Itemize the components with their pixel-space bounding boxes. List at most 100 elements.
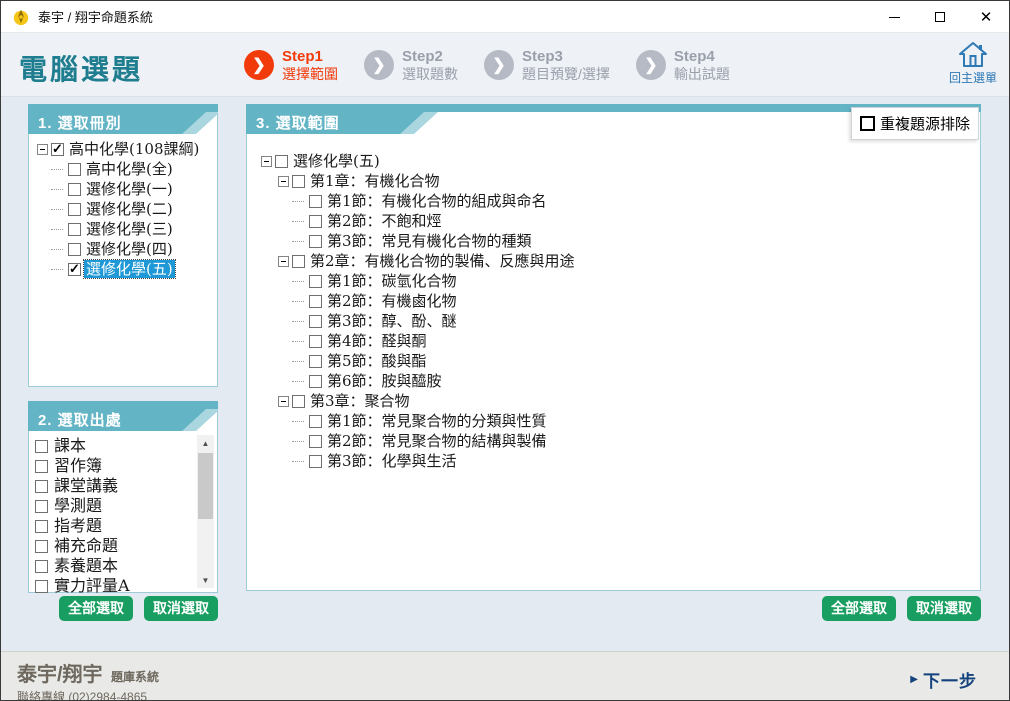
tree-item-label[interactable]: 第1節：碳氫化合物: [325, 272, 459, 290]
source-label[interactable]: 補充命題: [52, 537, 120, 555]
tree-expander-icon[interactable]: [295, 196, 306, 207]
source-checkbox[interactable]: [35, 460, 48, 473]
tree-item-label[interactable]: 第1節：常見聚合物的分類與性質: [325, 412, 549, 430]
source-deselect-button[interactable]: 取消選取: [144, 596, 218, 621]
scroll-up-icon[interactable]: ▲: [197, 435, 214, 451]
source-checkbox[interactable]: [35, 540, 48, 553]
tree-row[interactable]: 第2節：有機鹵化物: [259, 291, 974, 311]
tree-expander-icon[interactable]: [54, 244, 65, 255]
tree-expander-icon[interactable]: [278, 396, 289, 407]
tree-row[interactable]: 第6節：胺與醯胺: [259, 371, 974, 391]
tree-checkbox[interactable]: [309, 215, 322, 228]
step-item[interactable]: ❯ Step1 選擇範圍: [244, 48, 338, 83]
tree-checkbox[interactable]: [309, 415, 322, 428]
home-button[interactable]: 回主選單: [945, 41, 1001, 93]
source-item[interactable]: 指考題: [35, 516, 193, 536]
tree-row[interactable]: 第1章：有機化合物: [259, 171, 974, 191]
tree-expander-icon[interactable]: [295, 216, 306, 227]
tree-expander-icon[interactable]: [295, 436, 306, 447]
tree-checkbox[interactable]: [309, 295, 322, 308]
range-select-all-button[interactable]: 全部選取: [822, 596, 896, 621]
source-checkbox[interactable]: [35, 560, 48, 573]
tree-expander-icon[interactable]: [295, 336, 306, 347]
source-label[interactable]: 學測題: [52, 497, 104, 515]
tree-item-label[interactable]: 第3章：聚合物: [308, 392, 412, 410]
dedupe-checkbox[interactable]: [860, 116, 875, 131]
tree-checkbox[interactable]: [309, 355, 322, 368]
tree-item-label[interactable]: 第2節：常見聚合物的結構與製備: [325, 432, 549, 450]
source-label[interactable]: 習作簿: [52, 457, 104, 475]
source-scrollbar[interactable]: ▲ ▼: [197, 435, 214, 588]
tree-row[interactable]: 第1節：有機化合物的組成與命名: [259, 191, 974, 211]
source-checkbox[interactable]: [35, 580, 48, 593]
step-item[interactable]: ❯ Step2 選取題數: [364, 48, 458, 83]
source-label[interactable]: 素養題本: [52, 557, 120, 575]
tree-item-label[interactable]: 第1章：有機化合物: [308, 172, 442, 190]
dedupe-option[interactable]: 重複題源排除: [851, 107, 979, 140]
tree-item-label[interactable]: 第1節：有機化合物的組成與命名: [325, 192, 549, 210]
tree-row[interactable]: 第2章：有機化合物的製備、反應與用途: [259, 251, 974, 271]
range-deselect-button[interactable]: 取消選取: [907, 596, 981, 621]
tree-checkbox[interactable]: [51, 143, 64, 156]
tree-checkbox[interactable]: [292, 395, 305, 408]
tree-checkbox[interactable]: [309, 275, 322, 288]
tree-item-label[interactable]: 選修化學(五): [291, 152, 382, 170]
tree-row[interactable]: 選修化學(二): [35, 199, 211, 219]
tree-checkbox[interactable]: [309, 315, 322, 328]
tree-expander-icon[interactable]: [295, 356, 306, 367]
source-label[interactable]: 實力評量A: [52, 577, 132, 595]
tree-item-label[interactable]: 選修化學(二): [84, 200, 175, 218]
tree-item-label[interactable]: 選修化學(五): [84, 260, 175, 278]
tree-row[interactable]: 選修化學(五): [35, 259, 211, 279]
tree-row[interactable]: 第4節：醛與酮: [259, 331, 974, 351]
tree-item-label[interactable]: 第2節：有機鹵化物: [325, 292, 459, 310]
tree-checkbox[interactable]: [68, 223, 81, 236]
tree-checkbox[interactable]: [309, 375, 322, 388]
tree-checkbox[interactable]: [309, 235, 322, 248]
tree-item-label[interactable]: 第4節：醛與酮: [325, 332, 429, 350]
tree-expander-icon[interactable]: [54, 264, 65, 275]
source-checkbox[interactable]: [35, 480, 48, 493]
tree-expander-icon[interactable]: [295, 276, 306, 287]
source-label[interactable]: 指考題: [52, 517, 104, 535]
tree-checkbox[interactable]: [309, 335, 322, 348]
tree-expander-icon[interactable]: [295, 456, 306, 467]
scrollbar-thumb[interactable]: [198, 453, 213, 519]
tree-expander-icon[interactable]: [54, 164, 65, 175]
tree-expander-icon[interactable]: [54, 224, 65, 235]
tree-item-label[interactable]: 第3節：化學與生活: [325, 452, 459, 470]
source-item[interactable]: 習作簿: [35, 456, 193, 476]
source-label[interactable]: 課本: [52, 437, 88, 455]
tree-checkbox[interactable]: [309, 435, 322, 448]
close-button[interactable]: ✕: [963, 1, 1009, 33]
tree-item-label[interactable]: 選修化學(四): [84, 240, 175, 258]
maximize-button[interactable]: [917, 1, 963, 33]
step-item[interactable]: ❯ Step4 輸出試題: [636, 48, 730, 83]
tree-checkbox[interactable]: [68, 243, 81, 256]
tree-row[interactable]: 第1節：碳氫化合物: [259, 271, 974, 291]
source-item[interactable]: 實力評量A: [35, 576, 193, 596]
tree-checkbox[interactable]: [292, 255, 305, 268]
tree-checkbox[interactable]: [68, 183, 81, 196]
tree-item-label[interactable]: 選修化學(三): [84, 220, 175, 238]
tree-expander-icon[interactable]: [261, 156, 272, 167]
tree-row[interactable]: 第3節：化學與生活: [259, 451, 974, 471]
tree-item-label[interactable]: 第2章：有機化合物的製備、反應與用途: [308, 252, 577, 270]
source-item[interactable]: 素養題本: [35, 556, 193, 576]
tree-item-label[interactable]: 選修化學(一): [84, 180, 175, 198]
tree-row[interactable]: 第2節：常見聚合物的結構與製備: [259, 431, 974, 451]
minimize-button[interactable]: [871, 1, 917, 33]
tree-expander-icon[interactable]: [295, 416, 306, 427]
tree-expander-icon[interactable]: [295, 376, 306, 387]
tree-checkbox[interactable]: [309, 455, 322, 468]
tree-checkbox[interactable]: [68, 203, 81, 216]
tree-row[interactable]: 第3章：聚合物: [259, 391, 974, 411]
source-checkbox[interactable]: [35, 520, 48, 533]
tree-checkbox[interactable]: [68, 163, 81, 176]
tree-expander-icon[interactable]: [54, 184, 65, 195]
tree-expander-icon[interactable]: [278, 256, 289, 267]
source-item[interactable]: 補充命題: [35, 536, 193, 556]
tree-row[interactable]: 第2節：不飽和烴: [259, 211, 974, 231]
tree-row[interactable]: 選修化學(一): [35, 179, 211, 199]
source-item[interactable]: 學測題: [35, 496, 193, 516]
